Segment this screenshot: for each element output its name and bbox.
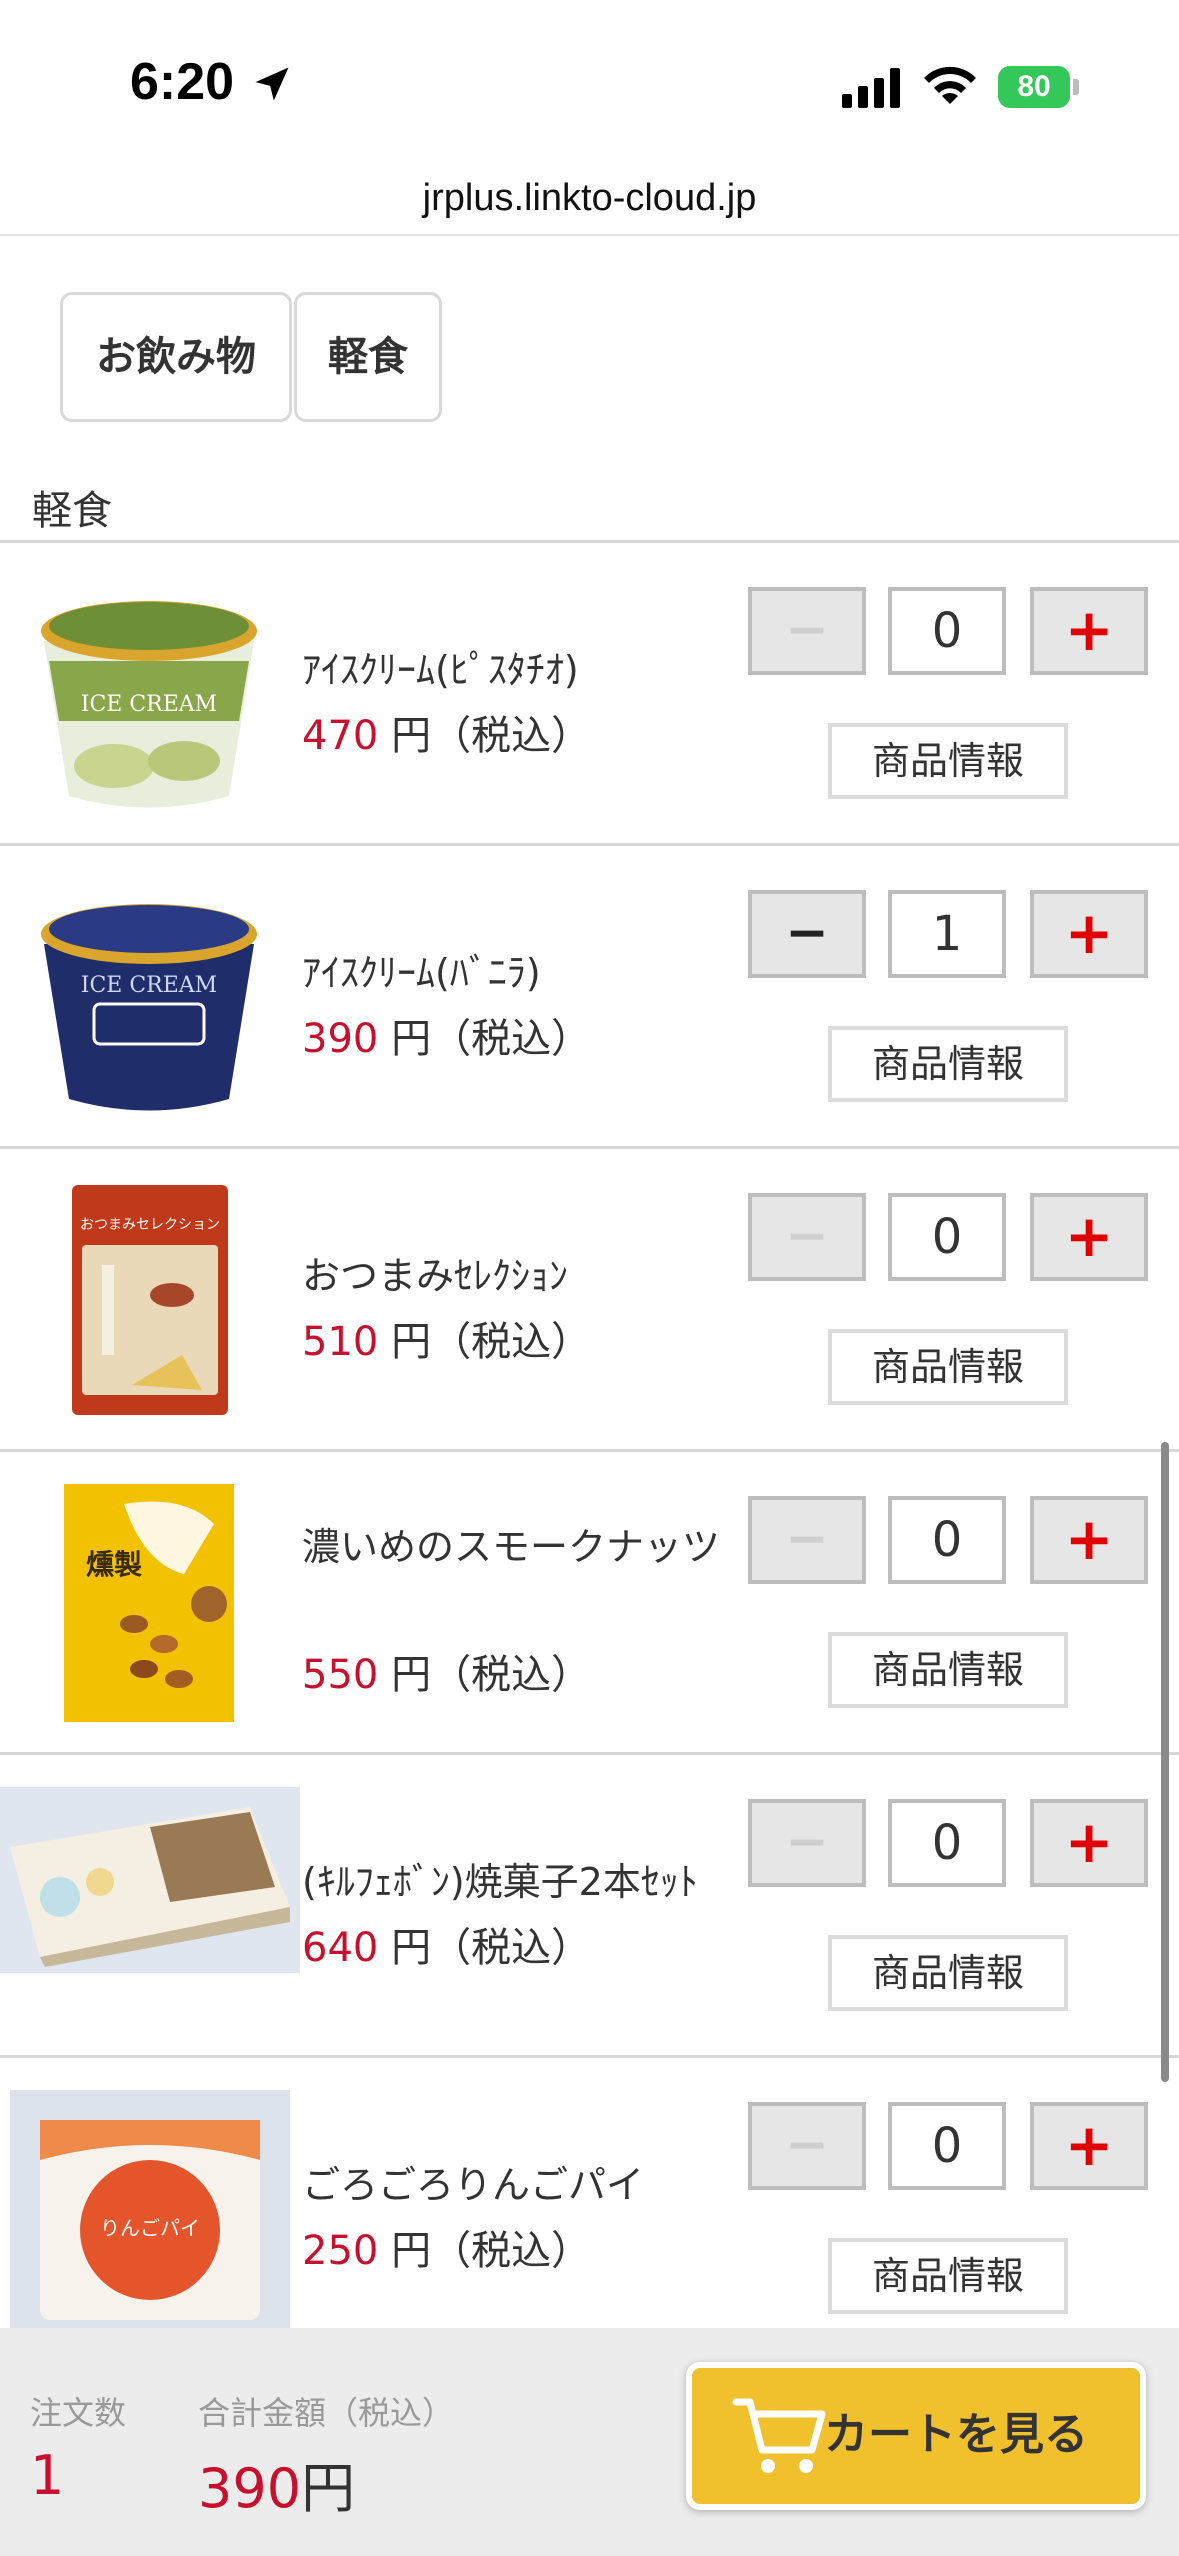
image-label: 燻製: [86, 1548, 142, 1581]
product-name: ごろごろりんごパイ: [302, 2163, 645, 2207]
image-label: ICE CREAM: [81, 692, 217, 717]
product-row-otsumami-selection: おつまみセレクション おつまみｾﾚｸｼｮﾝ 510 円（税込） − 0 + 商品…: [0, 1149, 1179, 1452]
total-value: 390: [198, 2457, 302, 2520]
quantity-field[interactable]: 0: [888, 1799, 1006, 1887]
increase-button[interactable]: +: [1030, 587, 1148, 675]
increase-button[interactable]: +: [1030, 1496, 1148, 1584]
total-label: 合計金額（税込）: [198, 2394, 455, 2432]
decrease-button[interactable]: −: [748, 890, 866, 978]
order-count-label: 注文数: [30, 2394, 127, 2432]
product-image-vanilla-ice-cream: ICE CREAM: [41, 904, 257, 1111]
image-label: ICE CREAM: [81, 973, 217, 998]
product-info-button[interactable]: 商品情報: [828, 723, 1068, 799]
increase-button[interactable]: +: [1030, 2102, 1148, 2190]
price-suffix: 円（税込）: [391, 2228, 592, 2274]
product-image-otsumami-selection: おつまみセレクション: [72, 1185, 228, 1415]
product-price: 510 円（税込）: [302, 1309, 591, 1367]
increase-button[interactable]: +: [1030, 1193, 1148, 1281]
status-bar: 6:20 80: [0, 0, 1179, 160]
decrease-button[interactable]: −: [748, 1496, 866, 1584]
price-value: 550: [302, 1652, 379, 1698]
tab-drinks[interactable]: お飲み物: [60, 292, 292, 422]
section-title: 軽食: [32, 488, 112, 534]
product-row-apple-pie: りんごパイ ごろごろりんごパイ 250 円（税込） − 0 + 商品情報: [0, 2058, 1179, 2361]
product-price: 390 円（税込）: [302, 1006, 591, 1064]
total-amount: 390円: [198, 2444, 355, 2523]
decrease-button[interactable]: −: [748, 587, 866, 675]
decrease-button[interactable]: −: [748, 2102, 866, 2190]
product-image-apple-pie: りんごパイ: [10, 2090, 290, 2330]
product-price: 550 円（税込）: [302, 1642, 591, 1700]
url-bar[interactable]: jrplus.linkto-cloud.jp: [0, 160, 1179, 236]
quantity-field[interactable]: 0: [888, 1496, 1006, 1584]
product-price: 470 円（税込）: [302, 703, 591, 761]
product-image-pistachio-ice-cream: ICE CREAM: [41, 601, 257, 808]
order-footer: 注文数 合計金額（税込） 1 390円 カートを見る: [0, 2328, 1179, 2556]
product-name: 濃いめのスモークナッツ: [302, 1525, 721, 1569]
battery-indicator: 80: [998, 66, 1079, 108]
decrease-button[interactable]: −: [748, 1799, 866, 1887]
product-price: 640 円（税込）: [302, 1915, 591, 1973]
product-image-smoked-nuts: 燻製: [64, 1484, 234, 1722]
product-info-button[interactable]: 商品情報: [828, 1026, 1068, 1102]
tab-snacks[interactable]: 軽食: [294, 292, 442, 422]
battery-level: 80: [1017, 70, 1051, 103]
price-value: 470: [302, 713, 379, 759]
battery-cap: [1073, 79, 1079, 95]
price-value: 250: [302, 2228, 379, 2274]
price-value: 510: [302, 1319, 379, 1365]
shopping-cart-icon: [732, 2398, 826, 2473]
location-arrow-icon: [255, 67, 289, 101]
price-suffix: 円（税込）: [391, 713, 592, 759]
product-info-button[interactable]: 商品情報: [828, 1632, 1068, 1708]
view-cart-label: カートを見る: [824, 2409, 1088, 2460]
product-name: ｱｲｽｸﾘｰﾑ(ﾋﾟｽﾀﾁｵ): [302, 648, 579, 692]
quantity-field[interactable]: 0: [888, 587, 1006, 675]
status-time: 6:20: [130, 53, 235, 111]
product-name: (ｷﾙﾌｪﾎﾞﾝ)焼菓子2本ｾｯﾄ: [302, 1860, 698, 1904]
product-row-smoked-nuts: 燻製 濃いめのスモークナッツ 550 円（税込） − 0 + 商品情報: [0, 1452, 1179, 1755]
product-row-baked-sweets-set: (ｷﾙﾌｪﾎﾞﾝ)焼菓子2本ｾｯﾄ 640 円（税込） − 0 + 商品情報: [0, 1755, 1179, 2058]
price-suffix: 円（税込）: [391, 1016, 592, 1062]
product-info-button[interactable]: 商品情報: [828, 1329, 1068, 1405]
product-name: ｱｲｽｸﾘｰﾑ(ﾊﾞﾆﾗ): [302, 951, 541, 995]
wifi-icon: [924, 66, 976, 104]
product-info-button[interactable]: 商品情報: [828, 2238, 1068, 2314]
decrease-button[interactable]: −: [748, 1193, 866, 1281]
view-cart-button[interactable]: カートを見る: [686, 2362, 1146, 2510]
image-label: りんごパイ: [100, 2216, 200, 2240]
price-suffix: 円（税込）: [391, 1319, 592, 1365]
price-value: 390: [302, 1016, 379, 1062]
quantity-field[interactable]: 0: [888, 1193, 1006, 1281]
increase-button[interactable]: +: [1030, 890, 1148, 978]
total-unit: 円: [301, 2457, 356, 2520]
price-suffix: 円（税込）: [391, 1925, 592, 1971]
price-suffix: 円（税込）: [391, 1652, 592, 1698]
increase-button[interactable]: +: [1030, 1799, 1148, 1887]
product-name: おつまみｾﾚｸｼｮﾝ: [302, 1254, 569, 1298]
product-row-pistachio-ice-cream: ICE CREAM ｱｲｽｸﾘｰﾑ(ﾋﾟｽﾀﾁｵ) 470 円（税込） − 0 …: [0, 543, 1179, 846]
order-count-value: 1: [30, 2444, 65, 2507]
price-value: 640: [302, 1925, 379, 1971]
quantity-field[interactable]: 1: [888, 890, 1006, 978]
product-info-button[interactable]: 商品情報: [828, 1935, 1068, 2011]
product-row-vanilla-ice-cream: ICE CREAM ｱｲｽｸﾘｰﾑ(ﾊﾞﾆﾗ) 390 円（税込） − 1 + …: [0, 846, 1179, 1149]
quantity-field[interactable]: 0: [888, 2102, 1006, 2190]
cellular-signal-icon: [842, 68, 900, 108]
scrollbar[interactable]: [1161, 1442, 1169, 2082]
product-price: 250 円（税込）: [302, 2218, 591, 2276]
image-label: おつまみセレクション: [80, 1217, 220, 1233]
product-image-baked-sweets-set: [0, 1787, 300, 1973]
